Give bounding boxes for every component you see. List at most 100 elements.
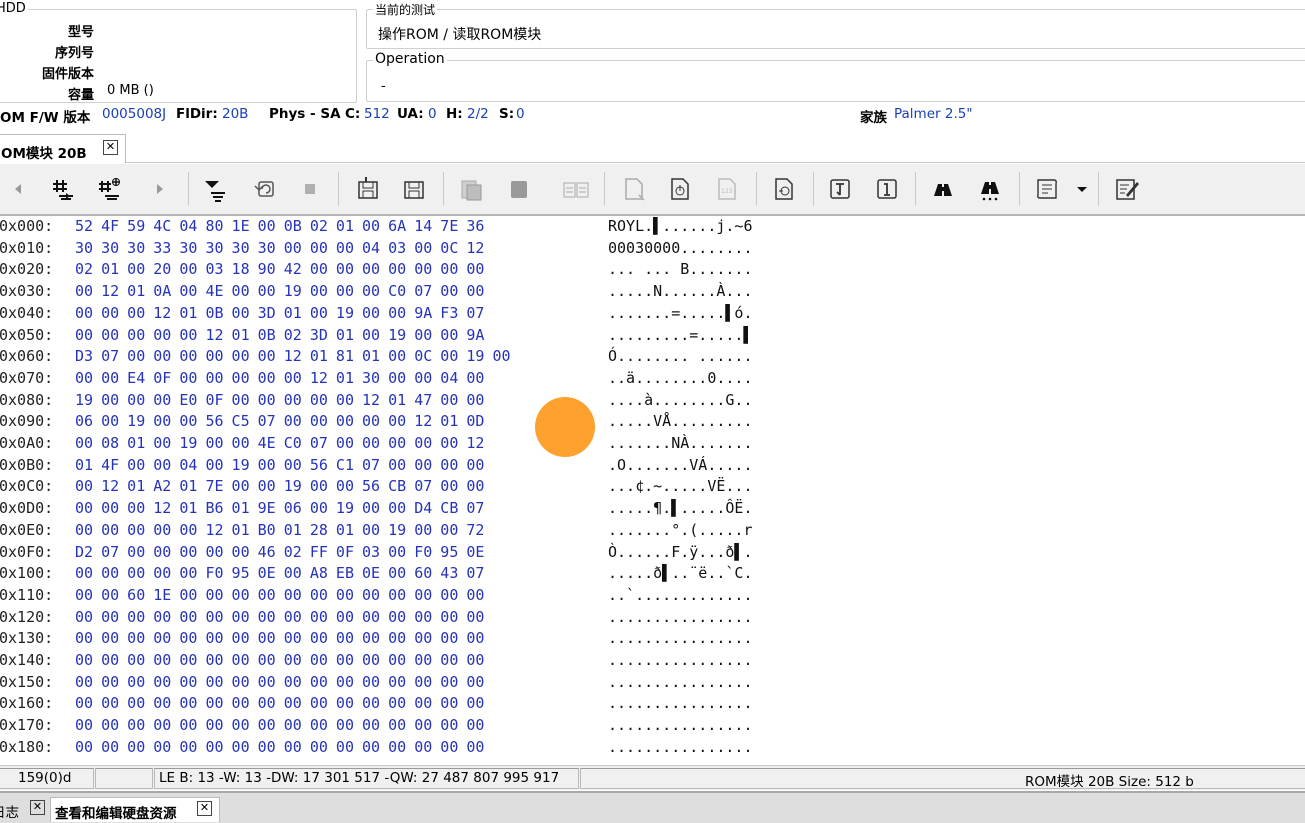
hex-row-bytes[interactable]: 00 00 00 00 00 00 00 00 00 00 00 00 00 0… bbox=[75, 673, 484, 691]
close-icon[interactable]: ✕ bbox=[197, 801, 212, 816]
hash-move-icon[interactable] bbox=[48, 176, 76, 202]
hex-editor[interactable]: 0x000: 52 4F 59 4C 04 80 1E 00 0B 02 01 0… bbox=[0, 217, 1305, 763]
hex-row-bytes[interactable]: 00 00 00 00 00 00 00 00 00 00 00 00 00 0… bbox=[75, 629, 484, 647]
hex-row-bytes[interactable]: 00 08 01 00 19 00 00 4E C0 07 00 00 00 0… bbox=[75, 434, 484, 452]
hex-row-ascii[interactable]: ... ... B....... bbox=[608, 260, 753, 278]
hex-toolbar: 123 bbox=[0, 164, 1305, 216]
close-icon[interactable]: ✕ bbox=[103, 140, 118, 155]
hex-row-bytes[interactable]: 00 00 00 00 00 00 00 00 00 00 00 00 00 0… bbox=[75, 651, 484, 669]
hex-row-ascii[interactable]: ..`............. bbox=[608, 586, 753, 604]
hex-row-bytes[interactable]: 30 30 30 33 30 30 30 30 00 00 00 04 03 0… bbox=[75, 239, 484, 257]
hex-row-bytes[interactable]: 00 00 00 00 00 F0 95 0E 00 A8 EB 0E 00 6… bbox=[75, 564, 484, 582]
current-test-legend: 当前的测试 bbox=[373, 1, 438, 18]
hex-row-ascii[interactable]: ................ bbox=[608, 651, 753, 669]
hex-row-bytes[interactable]: 00 00 00 00 00 00 00 00 00 00 00 00 00 0… bbox=[75, 608, 484, 626]
c-value: 512 bbox=[364, 106, 390, 122]
insert-down-icon[interactable] bbox=[200, 176, 228, 202]
tab-view-edit-resources[interactable]: 查看和编辑硬盘资源 ✕ bbox=[50, 797, 220, 822]
hex-row-ascii[interactable]: .....¶.▌.....ÔË. bbox=[608, 499, 753, 517]
refresh-icon[interactable] bbox=[252, 176, 280, 202]
hex-row-bytes[interactable]: D3 07 00 00 00 00 00 00 12 01 81 01 00 0… bbox=[75, 347, 511, 365]
hex-row-bytes[interactable]: 00 00 E4 0F 00 00 00 00 00 12 01 30 00 0… bbox=[75, 369, 484, 387]
import-icon[interactable] bbox=[666, 176, 694, 202]
tab-label: OM模块 20B bbox=[1, 146, 87, 162]
hex-row-ascii[interactable]: .....ð▌..¨ë..`C. bbox=[608, 564, 753, 582]
hex-row-address: 0x020: bbox=[0, 260, 54, 279]
hex-row-ascii[interactable]: ....à........G.. bbox=[608, 391, 753, 409]
hex-row-ascii[interactable]: ................ bbox=[608, 716, 753, 734]
hex-row-ascii[interactable]: Ó........ ...... bbox=[608, 347, 753, 365]
copy-icon[interactable] bbox=[458, 176, 486, 202]
hex-row-ascii[interactable]: ..ä........0.... bbox=[608, 369, 753, 387]
hex-row-address: 0x050: bbox=[0, 325, 54, 344]
save-as-icon[interactable] bbox=[400, 176, 428, 202]
hex-row-ascii[interactable]: ................ bbox=[608, 608, 753, 626]
hex-row-bytes[interactable]: D2 07 00 00 00 00 00 46 02 FF 0F 03 00 F… bbox=[75, 543, 484, 561]
edit-icon[interactable] bbox=[1113, 176, 1141, 202]
close-icon[interactable]: ✕ bbox=[30, 800, 45, 815]
hex-row-address: 0x070: bbox=[0, 368, 54, 387]
hex-row-bytes[interactable]: 00 00 00 00 00 12 01 0B 02 3D 01 00 19 0… bbox=[75, 326, 484, 344]
hex-row-ascii[interactable]: ................ bbox=[608, 738, 753, 756]
hdd-info-group: HDD 型号 序列号 固件版本 容量 0 MB () bbox=[0, 1, 357, 103]
find-icon[interactable] bbox=[929, 176, 957, 202]
hdd-labels: 型号 序列号 固件版本 容量 bbox=[0, 18, 94, 103]
hex-row-ascii[interactable]: ................ bbox=[608, 673, 753, 691]
hex-row-ascii[interactable]: Ò......F.ÿ...ð▌. bbox=[608, 543, 753, 561]
hex-row-ascii[interactable]: .O.......VÁ..... bbox=[608, 456, 753, 474]
top-icon[interactable] bbox=[826, 176, 854, 202]
page-icon[interactable] bbox=[620, 176, 648, 202]
hex-row-address: 0x150: bbox=[0, 672, 54, 691]
hex-row-ascii[interactable]: ................ bbox=[608, 629, 753, 647]
hex-row-bytes[interactable]: 00 00 60 1E 00 00 00 00 00 00 00 00 00 0… bbox=[75, 586, 484, 604]
hex-row-bytes[interactable]: 06 00 19 00 00 56 C5 07 00 00 00 00 00 1… bbox=[75, 412, 484, 430]
hex-row-ascii[interactable]: .......NÀ....... bbox=[608, 434, 753, 452]
hex-row-bytes[interactable]: 02 01 00 20 00 03 18 90 42 00 00 00 00 0… bbox=[75, 260, 484, 278]
capacity-label: 容量 bbox=[67, 88, 94, 103]
hex-row-address: 0x030: bbox=[0, 282, 54, 301]
hex-row-ascii[interactable]: .....N......À... bbox=[608, 282, 753, 300]
find-next-icon[interactable] bbox=[976, 176, 1004, 202]
save-icon[interactable] bbox=[354, 176, 382, 202]
hex-row-address: 0x040: bbox=[0, 303, 54, 322]
status-values: LE B: 13 -W: 13 -DW: 17 301 517 -QW: 27 … bbox=[159, 770, 560, 786]
hex-row-bytes[interactable]: 19 00 00 00 E0 0F 00 00 00 00 00 12 01 4… bbox=[75, 391, 484, 409]
arrow-left-icon[interactable] bbox=[4, 176, 32, 202]
hex-row-ascii[interactable]: .......°.(.....r bbox=[608, 521, 753, 539]
stop-icon[interactable] bbox=[296, 176, 324, 202]
h-value: 2/2 bbox=[467, 106, 489, 122]
hex-row-bytes[interactable]: 00 00 00 00 00 00 00 00 00 00 00 00 00 0… bbox=[75, 716, 484, 734]
bottom-icon[interactable] bbox=[873, 176, 901, 202]
hex-row-bytes[interactable]: 00 00 00 12 01 B6 01 9E 06 00 19 00 00 D… bbox=[75, 499, 484, 517]
hex-row-bytes[interactable]: 00 00 00 00 00 12 01 B0 01 28 01 00 19 0… bbox=[75, 521, 484, 539]
goto-icon[interactable] bbox=[770, 176, 798, 202]
hex-row-ascii[interactable]: .........=.....▌ bbox=[608, 326, 753, 344]
hex-row-ascii[interactable]: .....VÅ......... bbox=[608, 412, 753, 430]
hex-row-ascii[interactable]: 00030000........ bbox=[608, 239, 753, 257]
tab-log-label: 日志 bbox=[0, 805, 19, 821]
hex-row-address: 0x090: bbox=[0, 412, 54, 431]
tab-view-edit-label: 查看和编辑硬盘资源 bbox=[55, 806, 177, 822]
hex-row-bytes[interactable]: 01 4F 00 00 04 00 19 00 00 56 C1 07 00 0… bbox=[75, 456, 484, 474]
arrow-right-icon[interactable] bbox=[146, 176, 174, 202]
hex-row-bytes[interactable]: 00 12 01 0A 00 4E 00 00 19 00 00 00 C0 0… bbox=[75, 282, 484, 300]
hex-row-bytes[interactable]: 00 00 00 00 00 00 00 00 00 00 00 00 00 0… bbox=[75, 694, 484, 712]
hex-row-ascii[interactable]: ...¢.~.....VË... bbox=[608, 477, 753, 495]
scroll-icon[interactable] bbox=[1033, 176, 1061, 202]
hex-row-address: 0x0F0: bbox=[0, 542, 54, 561]
dropdown-icon[interactable] bbox=[1068, 176, 1096, 202]
paste-icon[interactable] bbox=[505, 176, 533, 202]
hex-row-address: 0x0C0: bbox=[0, 477, 54, 496]
compare-icon[interactable] bbox=[562, 176, 590, 202]
hex-row-bytes[interactable]: 52 4F 59 4C 04 80 1E 00 0B 02 01 00 6A 1… bbox=[75, 217, 484, 235]
hex-row-ascii[interactable]: ROYL.▌......j.~6 bbox=[608, 217, 753, 235]
tab-rom-module[interactable]: OM模块 20B ✕ bbox=[0, 134, 126, 163]
hex-row-ascii[interactable]: .......=.....▌ó. bbox=[608, 304, 753, 322]
numbers-icon[interactable]: 123 bbox=[713, 176, 741, 202]
hash-add-icon[interactable] bbox=[96, 176, 124, 202]
hex-row-bytes[interactable]: 00 00 00 00 00 00 00 00 00 00 00 00 00 0… bbox=[75, 738, 484, 756]
hex-row-ascii[interactable]: ................ bbox=[608, 694, 753, 712]
tab-log[interactable]: 日志 ✕ bbox=[0, 797, 48, 821]
hex-row-bytes[interactable]: 00 00 00 12 01 0B 00 3D 01 00 19 00 00 9… bbox=[75, 304, 484, 322]
hex-row-bytes[interactable]: 00 12 01 A2 01 7E 00 00 19 00 00 56 CB 0… bbox=[75, 477, 484, 495]
